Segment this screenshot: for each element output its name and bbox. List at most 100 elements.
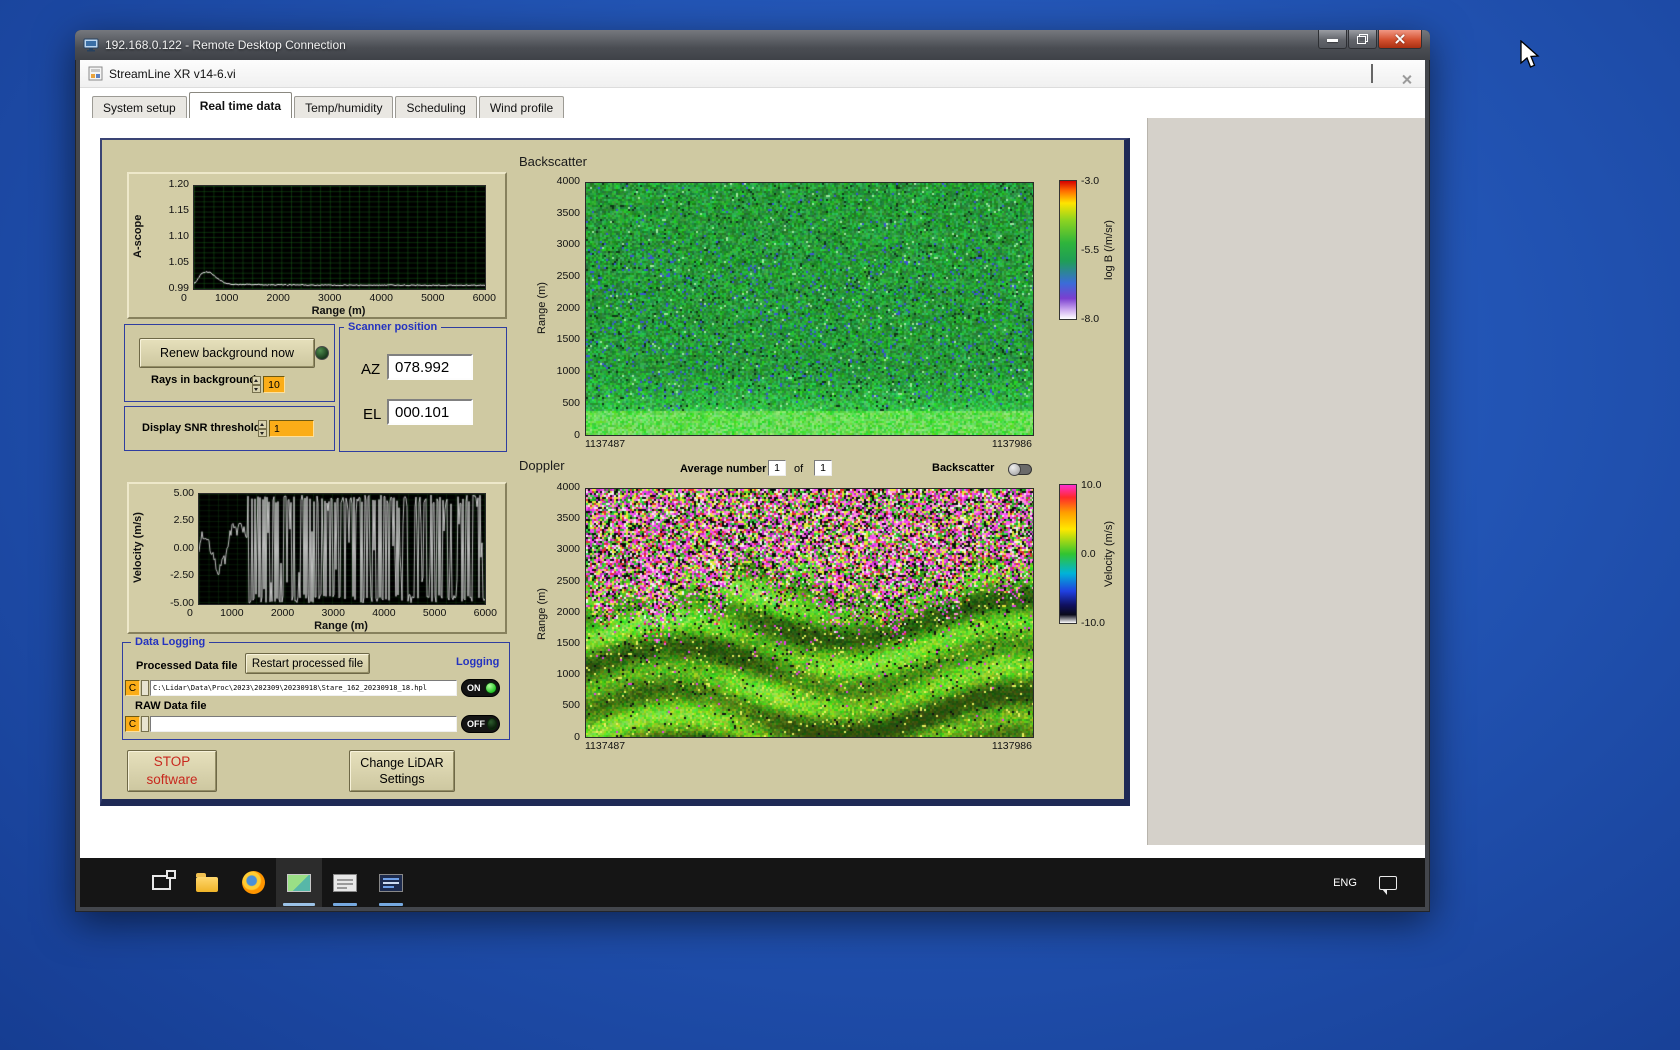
rdp-close-button[interactable] — [1378, 30, 1422, 49]
tick-label: 500 — [562, 700, 580, 711]
background-controls-group: Renew background now Rays in background … — [124, 324, 335, 402]
tick-label: 4000 — [557, 176, 580, 187]
remote-desktop-area — [1147, 118, 1425, 845]
open-app-indicator — [379, 903, 403, 906]
raw-data-file-label: RAW Data file — [135, 700, 207, 712]
of-label: of — [794, 463, 803, 475]
average-number-label: Average number — [680, 463, 766, 475]
backscatter-plot — [585, 182, 1034, 436]
tab-system-setup[interactable]: System setup — [92, 96, 187, 118]
tick-label: 1.10 — [169, 231, 189, 242]
tick-label: 1500 — [557, 638, 580, 649]
change-lidar-settings-button[interactable]: Change LiDAR Settings — [349, 750, 455, 792]
el-label: EL — [363, 406, 381, 423]
tab-temp-humidity[interactable]: Temp/humidity — [294, 96, 393, 118]
terminal-app-button[interactable] — [368, 858, 414, 907]
stop-software-button[interactable]: STOP software — [127, 750, 217, 792]
file-explorer-icon — [196, 877, 218, 892]
rays-spinner[interactable] — [252, 376, 261, 393]
tick-label: 1000 — [557, 669, 580, 680]
tick-label: 2500 — [557, 271, 580, 282]
backscatter-title: Backscatter — [519, 154, 587, 169]
average-count-field[interactable]: 1 — [814, 460, 832, 476]
firefox-button[interactable] — [230, 858, 276, 907]
processed-browse-button[interactable] — [141, 680, 149, 696]
tick-label: 6000 — [473, 292, 496, 304]
tick-label: 0 — [574, 732, 580, 743]
ascope-xticks: 0100020003000400050006000 — [181, 292, 496, 304]
velocity-xticks: 0100020003000400050006000 — [187, 607, 497, 619]
stop-button-line1: STOP — [154, 753, 191, 771]
tab-bar: System setup Real time data Temp/humidit… — [80, 88, 1425, 118]
backscatter-toggle-label: Backscatter — [932, 462, 994, 474]
tick-label: 0 — [187, 607, 193, 619]
tab-scheduling[interactable]: Scheduling — [395, 96, 476, 118]
tick-label: 1000 — [557, 366, 580, 377]
scanner-position-title: Scanner position — [344, 320, 441, 334]
average-number-field[interactable]: 1 — [768, 460, 786, 476]
background-status-led — [315, 346, 329, 360]
doppler-yticks: 40003500300025002000150010005000 — [548, 482, 580, 742]
doppler-colorbar-label: Velocity (m/s) — [1103, 489, 1115, 619]
restore-icon — [1357, 34, 1368, 44]
scanner-position-group: Scanner position AZ 078.992 EL 000.101 — [339, 327, 507, 452]
backscatter-colorbar — [1059, 180, 1077, 320]
raw-browse-button[interactable] — [141, 716, 149, 732]
velocity-xlabel: Range (m) — [198, 620, 484, 632]
renew-background-button[interactable]: Renew background now — [139, 338, 315, 368]
backscatter-colorbar-ticks: -3.0-5.5-8.0 — [1081, 175, 1099, 325]
stop-button-line2: software — [146, 771, 197, 789]
tick-label: 3500 — [557, 513, 580, 524]
toggle-knob — [1008, 463, 1021, 476]
mouse-cursor — [1519, 40, 1541, 70]
doppler-xlabels: 1137487 1137986 — [585, 740, 1032, 752]
rdp-minimize-button[interactable] — [1318, 30, 1347, 49]
processed-path-field[interactable]: C:\Lidar\Data\Proc\2023\202309\20230918\… — [150, 680, 457, 696]
tick-label: 2000 — [557, 303, 580, 314]
snr-threshold-group: Display SNR threshold 1 — [124, 406, 335, 451]
tab-real-time-data[interactable]: Real time data — [189, 92, 292, 118]
tick-label: 1000 — [215, 292, 238, 304]
rdp-window: 192.168.0.122 - Remote Desktop Connectio… — [75, 30, 1430, 912]
tick-label: 1500 — [557, 334, 580, 345]
logging-label: Logging — [456, 656, 499, 668]
change-button-line2: Settings — [379, 771, 424, 787]
velocity-ylabel: Velocity (m/s) — [132, 492, 144, 604]
tab-wind-profile[interactable]: Wind profile — [479, 96, 564, 118]
tick-label: 0 — [574, 430, 580, 441]
file-explorer-button[interactable] — [184, 858, 230, 907]
rays-value-field[interactable]: 10 — [263, 376, 285, 393]
rdp-titlebar[interactable]: 192.168.0.122 - Remote Desktop Connectio… — [75, 30, 1430, 60]
restart-processed-file-button[interactable]: Restart processed file — [245, 653, 370, 674]
snr-spinner[interactable] — [258, 420, 267, 437]
tick-label: 1.05 — [169, 257, 189, 268]
language-indicator[interactable]: ENG — [1327, 858, 1363, 907]
rdp-display-app-button[interactable] — [276, 858, 322, 907]
tick-label: 4000 — [372, 607, 395, 619]
taskbar: ENG — [80, 858, 1425, 907]
app-titlebar[interactable]: StreamLine XR v14-6.vi — [80, 60, 1425, 88]
processed-logging-toggle[interactable]: ON — [461, 679, 500, 697]
tick-label: 5000 — [423, 607, 446, 619]
raw-drive-field[interactable]: C — [125, 716, 140, 732]
tick-label: 3000 — [557, 239, 580, 250]
snr-threshold-label: Display SNR threshold — [142, 422, 261, 434]
app-restore-button[interactable] — [1371, 65, 1373, 83]
backscatter-x-start: 1137487 — [585, 438, 625, 450]
snr-value-field[interactable]: 1 — [269, 420, 314, 437]
ascope-yticks: 1.201.151.101.050.99 — [149, 179, 189, 293]
scan-scheduler-app-button[interactable] — [322, 858, 368, 907]
backscatter-toggle-switch[interactable] — [1008, 464, 1032, 475]
tick-label: 4000 — [557, 482, 580, 493]
task-view-button[interactable] — [138, 858, 184, 907]
active-app-indicator — [283, 903, 315, 906]
tick-label: 1.15 — [169, 205, 189, 216]
action-center-button[interactable] — [1371, 858, 1405, 907]
raw-path-field[interactable] — [150, 716, 457, 732]
on-label: ON — [467, 683, 483, 693]
rdp-restore-button[interactable] — [1348, 30, 1377, 49]
tick-label: 0 — [181, 292, 187, 304]
processed-drive-field[interactable]: C — [125, 680, 140, 696]
tick-label: 1.20 — [169, 179, 189, 190]
raw-logging-toggle[interactable]: OFF — [461, 715, 500, 733]
